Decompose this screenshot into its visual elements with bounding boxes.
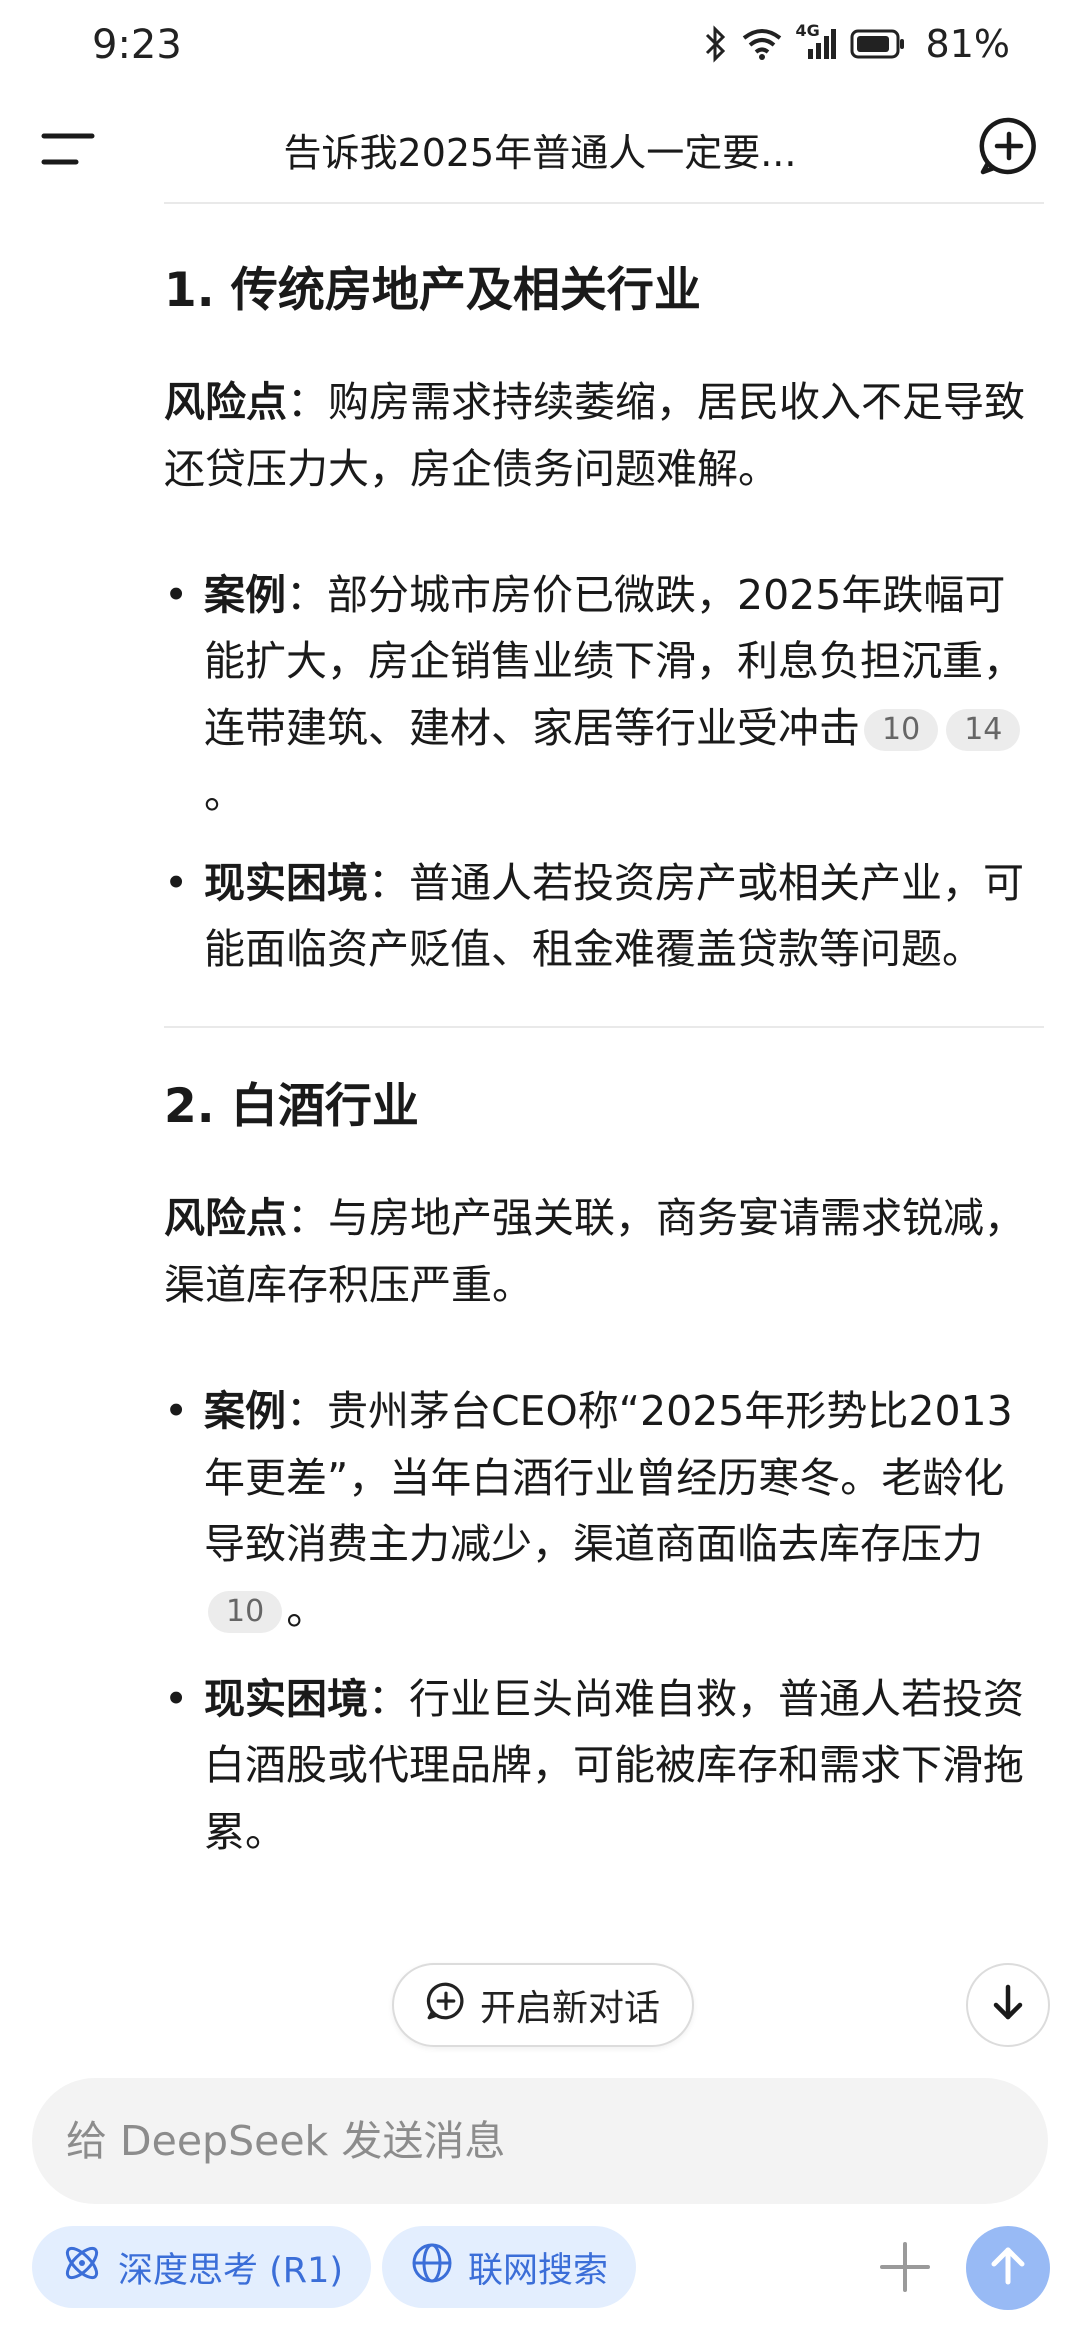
risk-label: 风险点 [164, 1194, 287, 1243]
new-chat-icon [426, 1981, 466, 2030]
list-item: 案例：贵州茅台CEO称“2025年形势比2013年更差”，当年白酒行业曾经历寒冬… [164, 1378, 1044, 1644]
bullet-end: 。 [286, 1586, 328, 1635]
deep-think-toggle[interactable]: 深度思考 (R1) [32, 2226, 372, 2308]
arrow-up-icon [986, 2244, 1030, 2292]
send-button[interactable] [966, 2226, 1050, 2310]
bullet-list: 案例：部分城市房价已微跌，2025年跌幅可能扩大，房企销售业绩下滑，利息负担沉重… [164, 562, 1044, 982]
plus-icon[interactable] [872, 2234, 938, 2300]
chat-header: 告诉我2025年普通人一定要... [0, 100, 1080, 200]
globe-icon [410, 2241, 454, 2294]
status-time: 9:23 [92, 22, 182, 68]
menu-icon[interactable] [40, 128, 96, 172]
scroll-to-bottom-button[interactable] [966, 1963, 1050, 2047]
new-chat-button[interactable]: 开启新对话 [392, 1963, 694, 2047]
risk-text: ：购房需求持续萎缩，居民收入不足导致还贷压力大，房企债务问题难解。 [164, 378, 1025, 493]
bullet-label: 现实困境 [204, 858, 368, 907]
web-search-toggle[interactable]: 联网搜索 [382, 2226, 637, 2308]
battery-icon [850, 28, 906, 60]
status-icons: 4G 81% [704, 21, 1010, 66]
risk-label: 风险点 [164, 378, 287, 427]
wifi-icon [742, 28, 782, 60]
conversation-title[interactable]: 告诉我2025年普通人一定要... [150, 122, 930, 177]
new-chat-label: 开启新对话 [479, 1988, 660, 2029]
bullet-label: 案例 [204, 570, 286, 619]
arrow-down-icon [988, 1983, 1028, 2027]
risk-paragraph: 风险点：与房地产强关联，商务宴请需求锐减，渠道库存积压严重。 [164, 1185, 1044, 1318]
status-bar: 9:23 4G 81% [0, 0, 1080, 88]
message-input-box[interactable] [32, 2078, 1048, 2204]
bullet-text: ：贵州茅台CEO称“2025年形势比2013年更差”，当年白酒行业曾经历寒冬。老… [204, 1387, 1013, 1569]
section-divider [164, 1026, 1044, 1029]
section-title: 2. 白酒行业 [164, 1079, 419, 1135]
section-real-estate: 1. 传统房地产及相关行业 风险点：购房需求持续萎缩，居民收入不足导致还贷压力大… [164, 260, 1044, 982]
citation-badge[interactable]: 14 [946, 708, 1021, 751]
message-content: 1. 传统房地产及相关行业 风险点：购房需求持续萎缩，居民收入不足导致还贷压力大… [164, 230, 1044, 1887]
message-input[interactable] [32, 2116, 968, 2166]
section-title: 1. 传统房地产及相关行业 [164, 263, 701, 318]
bullet-label: 现实困境 [204, 1674, 368, 1723]
input-toolbar: 深度思考 (R1) 联网搜索 [32, 2226, 1050, 2312]
web-search-label: 联网搜索 [468, 2250, 609, 2291]
new-chat-icon[interactable] [978, 115, 1040, 177]
bullet-list: 案例：贵州茅台CEO称“2025年形势比2013年更差”，当年白酒行业曾经历寒冬… [164, 1378, 1044, 1865]
bullet-label: 案例 [204, 1387, 286, 1436]
cellular-signal-icon: 4G [796, 21, 836, 61]
risk-text: ：与房地产强关联，商务宴请需求锐减，渠道库存积压严重。 [164, 1194, 1025, 1309]
battery-percent: 81% [925, 22, 1010, 66]
risk-paragraph: 风险点：购房需求持续萎缩，居民收入不足导致还贷压力大，房企债务问题难解。 [164, 369, 1044, 502]
list-item: 案例：部分城市房价已微跌，2025年跌幅可能扩大，房企销售业绩下滑，利息负担沉重… [164, 562, 1044, 828]
atom-icon [60, 2241, 104, 2294]
bullet-end: 。 [204, 770, 245, 819]
network-type: 4G [795, 21, 820, 40]
list-item: 现实困境：普通人若投资房产或相关产业，可能面临资产贬值、租金难覆盖贷款等问题。 [164, 850, 1044, 983]
bluetooth-icon [704, 25, 728, 63]
citation-badge[interactable]: 10 [864, 708, 939, 751]
list-item: 现实困境：行业巨头尚难自救，普通人若投资白酒股或代理品牌，可能被库存和需求下滑拖… [164, 1666, 1044, 1865]
header-divider [164, 202, 1044, 204]
citation-badge[interactable]: 10 [208, 1591, 283, 1634]
section-baijiu: 2. 白酒行业 风险点：与房地产强关联，商务宴请需求锐减，渠道库存积压严重。 案… [164, 1076, 1044, 1865]
deep-think-label: 深度思考 (R1) [118, 2250, 344, 2291]
